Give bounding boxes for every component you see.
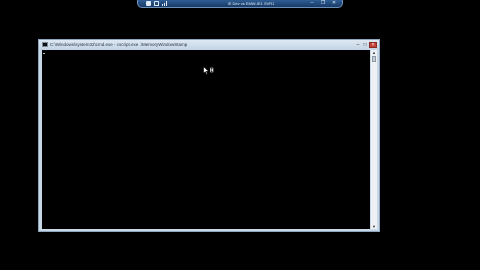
remote-session-toolbar: IE Dev vs EMW-IE1 SVR1 – ❐ ✕ — [137, 0, 343, 8]
lock-icon — [154, 1, 159, 6]
scroll-up-arrow-icon[interactable]: ▲ — [371, 50, 377, 55]
signal-icon — [162, 1, 167, 6]
pin-icon[interactable] — [146, 1, 151, 6]
remote-close-button[interactable]: ✕ — [331, 1, 337, 6]
maximize-button[interactable]: □ — [362, 42, 368, 48]
remote-session-title: IE Dev vs EMW-IE1 SVR1 — [227, 1, 275, 6]
scroll-thumb[interactable] — [372, 56, 376, 62]
remote-minimize-button[interactable]: – — [309, 1, 315, 6]
window-title: C:\Windows\system32\cmd.exe - cscript.ex… — [50, 42, 188, 47]
window-title-bar[interactable]: C:\Windows\system32\cmd.exe - cscript.ex… — [39, 40, 379, 50]
text-cursor — [43, 53, 45, 54]
scroll-down-arrow-icon[interactable]: ▼ — [371, 224, 377, 229]
minimize-button[interactable]: – — [355, 42, 361, 48]
busy-pointer-icon — [203, 66, 214, 76]
cmd-icon[interactable] — [42, 42, 48, 47]
console-output-area[interactable] — [42, 50, 370, 229]
remote-desktop-screen: IE Dev vs EMW-IE1 SVR1 – ❐ ✕ C:\Windows\… — [0, 0, 480, 270]
remote-restore-button[interactable]: ❐ — [320, 1, 326, 6]
close-button[interactable]: × — [369, 42, 377, 48]
vertical-scrollbar[interactable]: ▲ ▼ — [371, 50, 377, 229]
